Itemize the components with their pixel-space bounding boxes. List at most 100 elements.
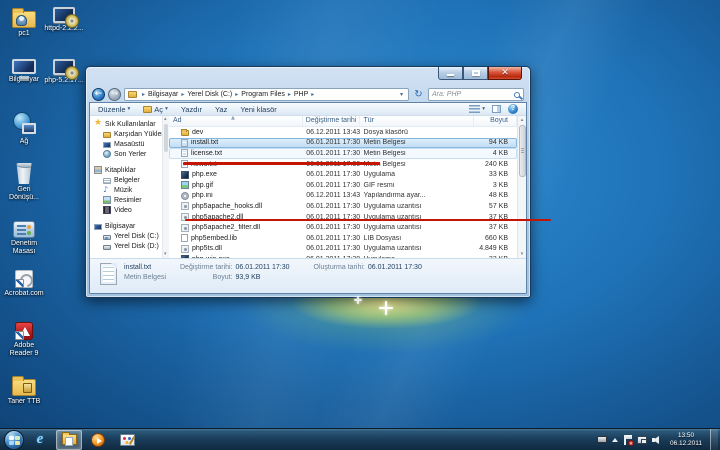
toolbar-button-yeni-klas-r[interactable]: Yeni klasör xyxy=(240,105,276,114)
sidebar-item-resimler[interactable]: Resimler xyxy=(94,195,162,205)
taskbar-button-internet-explorer[interactable]: e xyxy=(27,430,53,450)
start-button[interactable] xyxy=(4,430,24,450)
breadcrumb-segment[interactable]: PHP xyxy=(294,91,308,98)
toolbar-button-yaz[interactable]: Yaz xyxy=(215,105,227,114)
sidebar-item-belgeler[interactable]: Belgeler xyxy=(94,175,162,185)
taskbar-button-windows-explorer[interactable] xyxy=(56,430,82,450)
folder-icon xyxy=(128,91,137,98)
system-drive-icon xyxy=(103,235,111,240)
file-date: 06.12.2011 13:43 xyxy=(303,192,360,199)
device-tray-icon[interactable] xyxy=(597,436,607,443)
breadcrumb-separator-icon: ▸ xyxy=(288,91,291,98)
file-row-php-ini[interactable]: php.ini 06.12.2011 13:43 Yapılandırma ay… xyxy=(169,191,517,202)
desktop-icon-acrobat-com[interactable]: Acrobat.com xyxy=(2,268,46,298)
file-name: php-win.exe xyxy=(192,256,230,258)
desktop-icon-pc1[interactable]: pc1 xyxy=(2,6,46,38)
file-row-php-exe[interactable]: php.exe 06.01.2011 17:30 Uygulama 33 KB xyxy=(169,169,517,180)
file-row-install-txt[interactable]: install.txt 06.01.2011 17:30 Metin Belge… xyxy=(169,138,517,149)
file-list-scrollbar[interactable]: ▴ ▾ xyxy=(517,116,526,258)
file-row-php5apache-hooks-dll[interactable]: php5apache_hooks.dll 06.01.2011 17:30 Uy… xyxy=(169,201,517,212)
minimize-icon xyxy=(447,74,454,76)
taskbar-clock[interactable]: 13:50 06.12.2011 xyxy=(667,432,705,448)
file-size: 3 KB xyxy=(473,182,516,189)
column-header-size[interactable]: Boyut xyxy=(474,116,517,126)
breadcrumb-segment[interactable]: Program Files xyxy=(241,91,285,98)
minimize-button[interactable] xyxy=(438,67,463,80)
file-row-php5embed-lib[interactable]: php5embed.lib 06.01.2011 17:30 LIB Dosya… xyxy=(169,233,517,244)
help-button[interactable]: ? xyxy=(508,104,518,114)
desktop-icon-denetim-masas[interactable]: Denetim Masası xyxy=(2,218,46,256)
show-hidden-icons-button[interactable] xyxy=(612,438,618,442)
volume-tray-icon[interactable] xyxy=(652,435,662,444)
breadcrumb-dropdown-icon[interactable]: ▾ xyxy=(398,91,405,98)
desktop-icon-label: Ağ xyxy=(2,138,46,146)
desktop-icon-label: Adobe Reader 9 xyxy=(2,342,46,358)
sidebar-scrollbar[interactable]: ▴ ▾ xyxy=(162,116,169,258)
file-row-php5ts-dll[interactable]: php5ts.dll 06.01.2011 17:30 Uygulama uza… xyxy=(169,244,517,255)
shared-folder-icon xyxy=(12,11,36,28)
desktop-icon-taner-ttb[interactable]: Taner TTB xyxy=(2,374,46,406)
scroll-up-icon: ▴ xyxy=(164,117,167,122)
sidebar-item-kar-dan-y-klem[interactable]: Karşıdan Yüklem xyxy=(94,129,162,139)
breadcrumb-separator-icon: ▸ xyxy=(142,91,145,98)
column-header-date[interactable]: Değiştirme tarihi xyxy=(303,116,361,126)
title-bar[interactable]: ✕ xyxy=(86,67,530,87)
column-header-type[interactable]: Tür xyxy=(360,116,473,126)
maximize-button[interactable] xyxy=(463,67,488,80)
desktop-icon-bilgisayar[interactable]: Bilgisayar xyxy=(2,56,46,84)
desktop-icon-httpd-2-2-2[interactable]: httpd-2.2.2... xyxy=(42,4,86,33)
taskbar-button-media-player[interactable] xyxy=(85,430,111,450)
file-row-php-gif[interactable]: php.gif 06.01.2011 17:30 GIF resmi 3 KB xyxy=(169,180,517,191)
file-list: ▲ AdDeğiştirme tarihiTürBoyut dev 06.12.… xyxy=(169,116,517,258)
documents-icon xyxy=(103,178,111,184)
desktop-icon-php-5-2-17[interactable]: php-5.2.17... xyxy=(42,56,86,85)
back-button[interactable]: ← xyxy=(92,88,105,101)
column-headers: ▲ AdDeğiştirme tarihiTürBoyut xyxy=(169,116,517,127)
file-row-php-win-exe[interactable]: php-win.exe 06.01.2011 17:30 Uygulama 33… xyxy=(169,254,517,258)
network-tray-icon[interactable] xyxy=(637,435,647,444)
file-name: dev xyxy=(192,129,203,136)
sidebar-group-kitapl-klar[interactable]: Kitaplıklar xyxy=(94,165,162,175)
toolbar-button-yazd-r[interactable]: Yazdır xyxy=(181,105,202,114)
desktop-icon-adobe-reader-9[interactable]: Adobe Reader 9 xyxy=(2,320,46,358)
sidebar-item-video[interactable]: Video xyxy=(94,205,162,215)
breadcrumb-segment[interactable]: Bilgisayar xyxy=(148,91,178,98)
toolbar-button-a-[interactable]: Aç▾ xyxy=(143,105,168,114)
sidebar-item-yerel-disk-d-[interactable]: Yerel Disk (D:) xyxy=(94,241,162,251)
breadcrumb-segment[interactable]: Yerel Disk (C:) xyxy=(187,91,232,98)
views-button[interactable]: ▾ xyxy=(469,105,485,113)
taskbar: e ✕ 13:50 06.12.2011 xyxy=(0,428,720,450)
file-name: license.txt xyxy=(191,150,222,157)
file-icon xyxy=(181,181,189,189)
desktop-icon xyxy=(103,142,111,148)
sidebar-item-masa-st-[interactable]: Masaüstü xyxy=(94,139,162,149)
sidebar-item-son-yerler[interactable]: Son Yerler xyxy=(94,149,162,159)
file-row-php5apache2-filter-dll[interactable]: php5apache2_filter.dll 06.01.2011 17:30 … xyxy=(169,222,517,233)
toolbar-button-d-zenle[interactable]: Düzenle▾ xyxy=(98,105,130,114)
sidebar-group-bilgisayar[interactable]: Bilgisayar xyxy=(94,221,162,231)
sidebar-item-m-zik[interactable]: Müzik xyxy=(94,185,162,195)
file-type: Metin Belgesi xyxy=(361,150,474,157)
desktop-icon-label: Denetim Masası xyxy=(2,240,46,256)
desktop-icon-geri-d-n[interactable]: Geri Dönüşü... xyxy=(2,162,46,202)
search-input[interactable]: Ara: PHP xyxy=(428,88,524,101)
file-size: 94 KB xyxy=(473,139,516,146)
sidebar-group-s-k-kullan-lanlar[interactable]: Sık Kullanılanlar xyxy=(94,119,162,129)
pictures-icon xyxy=(103,196,111,204)
file-icon xyxy=(181,171,189,179)
desktop-icon-a[interactable]: Ağ xyxy=(2,110,46,146)
action-center-icon[interactable]: ✕ xyxy=(623,435,632,445)
file-row-license-txt[interactable]: license.txt 06.01.2011 17:30 Metin Belge… xyxy=(169,148,517,159)
forward-button[interactable]: → xyxy=(108,88,121,101)
scrollbar-thumb[interactable] xyxy=(519,125,526,177)
breadcrumb[interactable]: ▸Bilgisayar▸Yerel Disk (C:)▸Program File… xyxy=(124,88,409,101)
close-button[interactable]: ✕ xyxy=(488,67,522,80)
sidebar-item-yerel-disk-c-[interactable]: Yerel Disk (C:) xyxy=(94,231,162,241)
refresh-button[interactable]: ↻ xyxy=(412,88,425,101)
explorer-window: ✕ ← → ▸Bilgisayar▸Yerel Disk (C:)▸Progra… xyxy=(85,66,531,298)
file-row-dev[interactable]: dev 06.12.2011 13:43 Dosya klasörü xyxy=(169,127,517,138)
taskbar-button-paint[interactable] xyxy=(114,430,140,450)
column-header-name[interactable]: Ad xyxy=(169,116,303,126)
show-desktop-button[interactable] xyxy=(710,429,718,450)
preview-pane-button[interactable] xyxy=(492,105,501,113)
